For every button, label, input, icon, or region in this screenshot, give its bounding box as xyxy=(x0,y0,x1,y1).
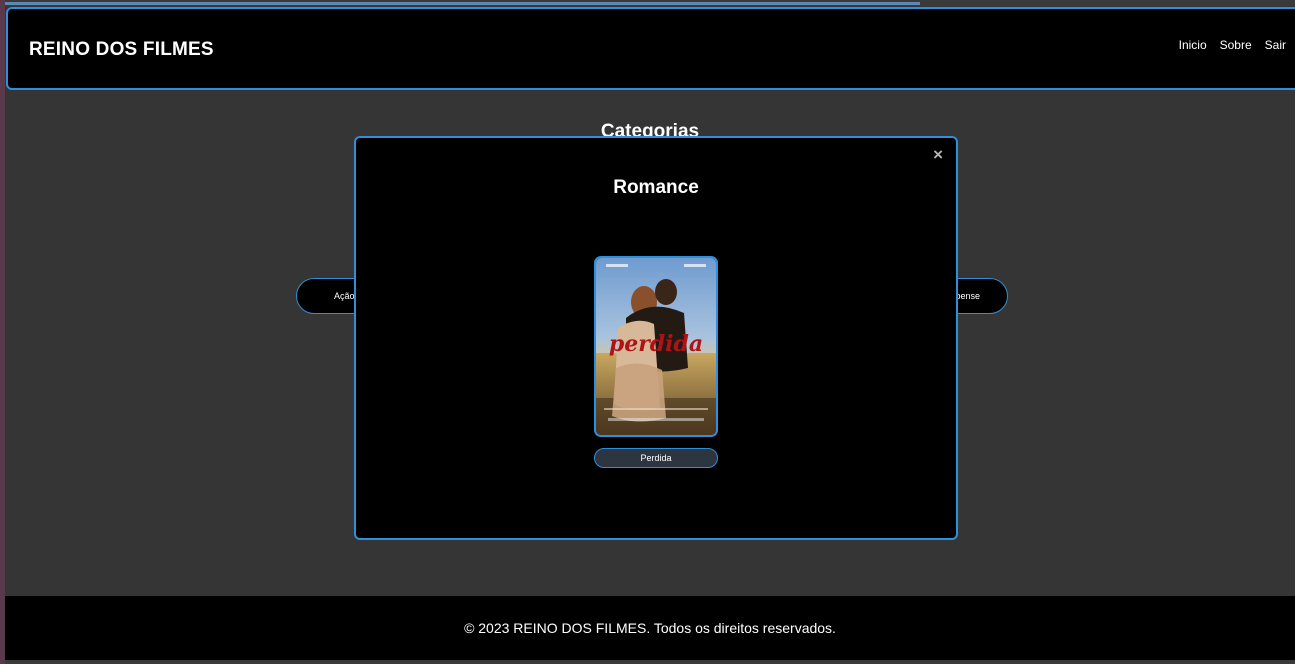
poster-image: perdida xyxy=(596,258,716,435)
footer-copyright: © 2023 REINO DOS FILMES. Todos os direit… xyxy=(464,620,836,636)
category-modal: × Romance perdida Perdida xyxy=(354,136,958,540)
page: REINO DOS FILMES Inicio Sobre Sair Categ… xyxy=(5,0,1295,664)
category-label-acao: Ação xyxy=(334,291,355,301)
browser-top-strip xyxy=(5,0,1295,6)
site-brand[interactable]: REINO DOS FILMES xyxy=(29,39,214,61)
site-header: REINO DOS FILMES Inicio Sobre Sair xyxy=(6,7,1295,90)
movie-poster[interactable]: perdida xyxy=(594,256,718,437)
nav-link-inicio[interactable]: Inicio xyxy=(1179,38,1207,52)
modal-title: Romance xyxy=(613,177,699,198)
loading-bar xyxy=(5,2,920,5)
nav-link-sobre[interactable]: Sobre xyxy=(1220,38,1252,52)
poster-title: perdida xyxy=(609,331,703,357)
main-nav: Inicio Sobre Sair xyxy=(1179,38,1286,52)
nav-link-sair[interactable]: Sair xyxy=(1265,38,1286,52)
movie-name-button[interactable]: Perdida xyxy=(594,448,718,468)
movie-card[interactable]: perdida Perdida xyxy=(594,256,718,470)
close-icon[interactable]: × xyxy=(933,146,943,163)
bottom-strip xyxy=(5,660,1295,664)
category-label-suspense: pense xyxy=(955,291,980,301)
site-footer: © 2023 REINO DOS FILMES. Todos os direit… xyxy=(5,596,1295,660)
